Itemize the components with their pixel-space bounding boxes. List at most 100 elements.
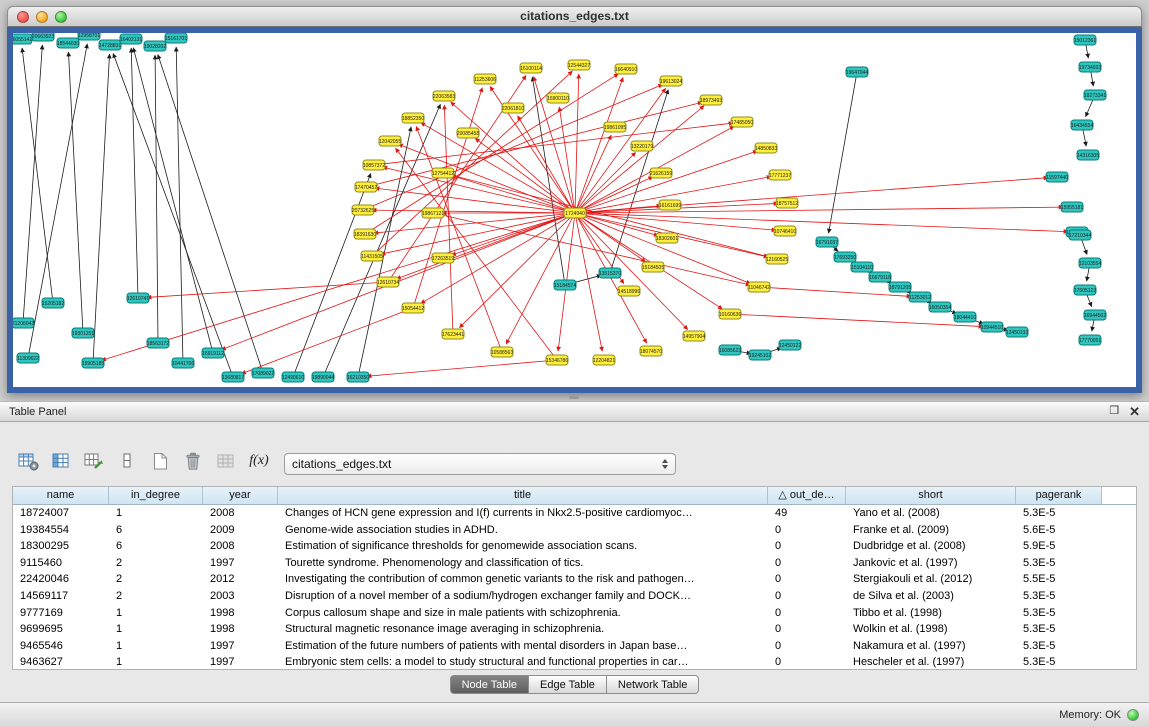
- graph-node[interactable]: 13680817: [222, 372, 244, 382]
- graph-node[interactable]: 15905185: [82, 358, 104, 368]
- graph-node[interactable]: 10746410: [774, 226, 796, 236]
- new-column-button[interactable]: [113, 448, 141, 474]
- table-row[interactable]: 1938455462009Genome-wide association stu…: [13, 522, 1136, 539]
- graph-node[interactable]: 14850833: [755, 143, 777, 153]
- graph-node[interactable]: 12958701: [78, 33, 100, 40]
- panel-splitter-handle[interactable]: [569, 395, 579, 399]
- graph-node[interactable]: 17605123: [1074, 285, 1096, 295]
- graph-node[interactable]: 16900110: [547, 93, 569, 103]
- graph-node[interactable]: 11431505: [361, 251, 383, 261]
- table-source-dropdown[interactable]: citations_edges.txt: [284, 453, 676, 475]
- table-row[interactable]: 977716911998Corpus callosum shape and si…: [13, 605, 1136, 622]
- table-row[interactable]: 911546021997Tourette syndrome. Phenomeno…: [13, 555, 1136, 572]
- graph-node[interactable]: 15346786: [546, 355, 568, 365]
- graph-node[interactable]: 16100114: [520, 63, 542, 73]
- graph-node[interactable]: 15205182: [42, 298, 64, 308]
- zoom-window-button[interactable]: [55, 11, 67, 23]
- graph-node[interactable]: 15184505: [642, 262, 664, 272]
- graph-node[interactable]: 1724940: [564, 208, 586, 218]
- graph-node[interactable]: 16791037: [816, 237, 838, 247]
- graph-node[interactable]: 15054412: [402, 303, 424, 313]
- table-row[interactable]: 1872400712008Changes of HCN gene express…: [13, 505, 1136, 522]
- graph-node[interactable]: 18074570: [640, 346, 662, 356]
- graph-node[interactable]: 11309622: [17, 353, 39, 363]
- graph-node[interactable]: 16434554: [1071, 120, 1093, 130]
- graph-node[interactable]: 16919112: [202, 348, 224, 358]
- graph-node[interactable]: 21206043: [13, 318, 34, 328]
- graph-node[interactable]: 17770051: [1079, 335, 1101, 345]
- graph-node[interactable]: 17470457: [355, 182, 377, 192]
- tab-network-table[interactable]: Network Table: [607, 675, 700, 694]
- graph-node[interactable]: 15955181: [1061, 202, 1083, 212]
- graph-node[interactable]: 12610741: [127, 293, 149, 303]
- table-row[interactable]: 1830029562008Estimation of significance …: [13, 538, 1136, 555]
- column-header[interactable]: name: [13, 487, 109, 504]
- graph-node[interactable]: 18273341: [1084, 90, 1106, 100]
- graph-node[interactable]: 10588563: [491, 347, 513, 357]
- graph-node[interactable]: 11597440: [1046, 172, 1068, 182]
- graph-node[interactable]: 18852350: [402, 113, 424, 123]
- graph-node[interactable]: 19647044: [846, 67, 868, 77]
- graph-node[interactable]: 17485050: [731, 117, 753, 127]
- graph-node[interactable]: 15161701: [165, 33, 187, 43]
- graph-node[interactable]: 14957904: [683, 331, 705, 341]
- graph-node[interactable]: 10944510: [981, 322, 1003, 332]
- tab-edge-table[interactable]: Edge Table: [529, 675, 607, 694]
- graph-node[interactable]: 12490610: [282, 372, 304, 382]
- table-row[interactable]: 2242004622012Investigating the contribut…: [13, 571, 1136, 588]
- column-settings-button[interactable]: [14, 448, 42, 474]
- graph-node[interactable]: 18563172: [147, 338, 169, 348]
- graph-node[interactable]: 16050354: [929, 302, 951, 312]
- graph-node[interactable]: 12103554: [1079, 258, 1101, 268]
- minimize-window-button[interactable]: [36, 11, 48, 23]
- graph-node[interactable]: 20732625: [352, 205, 374, 215]
- graph-node[interactable]: 19245102: [749, 350, 771, 360]
- graph-node[interactable]: 17210344: [1069, 230, 1091, 240]
- graph-node[interactable]: 18302601: [656, 233, 678, 243]
- graph-node[interactable]: 19890044: [312, 372, 334, 382]
- add-column-button[interactable]: [80, 448, 108, 474]
- graph-node[interactable]: 16640910: [615, 64, 637, 74]
- graph-node[interactable]: 12544327: [568, 60, 590, 70]
- graph-node[interactable]: 10441706: [172, 358, 194, 368]
- network-canvas[interactable]: 1605514120663923185440301295870114728831…: [13, 33, 1136, 387]
- graph-node[interactable]: 11253012: [909, 292, 931, 302]
- delete-table-button[interactable]: [179, 448, 207, 474]
- graph-node[interactable]: 19028202: [144, 41, 166, 51]
- graph-node[interactable]: 22063583: [433, 91, 455, 101]
- graph-node[interactable]: 20663923: [32, 33, 54, 41]
- graph-node[interactable]: 12450132: [1006, 327, 1028, 337]
- graph-node[interactable]: 14728831: [99, 40, 121, 50]
- graph-node[interactable]: 15184574: [554, 280, 576, 290]
- graph-node[interactable]: 20085458: [457, 128, 479, 138]
- graph-node[interactable]: 11046742: [748, 282, 770, 292]
- graph-node[interactable]: 18391630: [354, 229, 376, 239]
- graph-node[interactable]: 14518996: [618, 286, 640, 296]
- graph-node[interactable]: 17771237: [769, 170, 791, 180]
- graph-node[interactable]: 12754412: [432, 168, 454, 178]
- select-columns-button[interactable]: [47, 448, 75, 474]
- close-window-button[interactable]: [17, 11, 29, 23]
- function-builder-button[interactable]: f(x): [245, 448, 273, 474]
- column-header[interactable]: in_degree: [109, 487, 203, 504]
- graph-node[interactable]: 16161699: [659, 200, 681, 210]
- graph-node[interactable]: 12160525: [766, 254, 788, 264]
- column-header[interactable]: pagerank: [1016, 487, 1102, 504]
- graph-node[interactable]: 19613024: [660, 76, 682, 86]
- graph-node[interactable]: 18791205: [889, 282, 911, 292]
- graph-node[interactable]: 15104110: [851, 262, 873, 272]
- column-header[interactable]: short: [846, 487, 1016, 504]
- graph-node[interactable]: 10857372: [363, 160, 385, 170]
- graph-node[interactable]: 16944502: [1084, 310, 1106, 320]
- import-table-button[interactable]: [212, 448, 240, 474]
- graph-node[interactable]: 12450122: [779, 340, 801, 350]
- graph-node[interactable]: 13515370: [599, 268, 621, 278]
- column-header[interactable]: title: [278, 487, 768, 504]
- graph-node[interactable]: 22061810: [502, 103, 524, 113]
- graph-node[interactable]: 18044410: [954, 312, 976, 322]
- graph-node[interactable]: 19734933: [1079, 62, 1101, 72]
- graph-node[interactable]: 16679118: [869, 272, 891, 282]
- graph-node[interactable]: 18757512: [776, 198, 798, 208]
- graph-node[interactable]: 10160636: [719, 309, 741, 319]
- column-header[interactable]: △ out_de…: [768, 487, 846, 504]
